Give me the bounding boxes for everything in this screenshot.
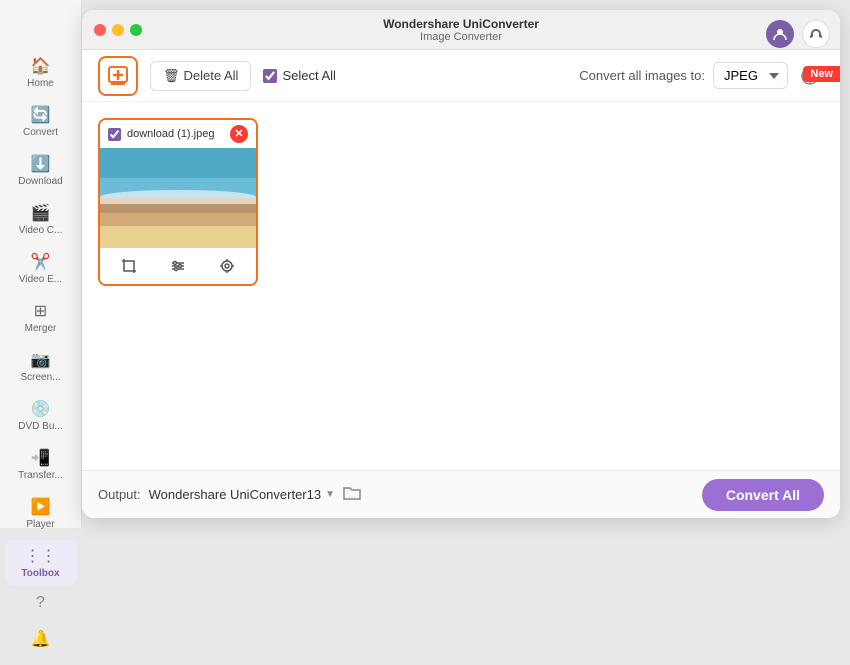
image-card-footer [100, 248, 256, 284]
sidebar-item-download[interactable]: ⬇️ Download [5, 148, 77, 193]
help-button[interactable]: ? [27, 589, 55, 617]
video-edit-icon: ✂️ [31, 252, 51, 272]
dvd-icon: 💿 [31, 399, 51, 419]
image-card: download (1).jpeg ✕ [98, 118, 258, 286]
select-all-label: Select All [282, 68, 335, 83]
convert-all-button[interactable]: Convert All [702, 479, 824, 511]
sidebar-item-merger-label: Merger [25, 323, 57, 334]
sidebar-item-player[interactable]: ▶️ Player [5, 491, 77, 536]
sidebar-bottom: ? 🔔 [27, 589, 55, 665]
sidebar-item-transfer-label: Transfer... [18, 470, 63, 481]
image-checkbox[interactable] [108, 128, 121, 141]
toolbar: 🗑 Delete All Select All Convert all imag… [82, 50, 840, 102]
title-bar: Wondershare UniConverter Image Converter [82, 10, 840, 50]
sidebar-item-screen-label: Screen... [20, 372, 60, 383]
select-all-wrapper[interactable]: Select All [263, 68, 335, 83]
image-preview [100, 148, 256, 248]
beach-thumbnail [100, 148, 256, 248]
app-title: Wondershare UniConverter Image Converter [383, 17, 539, 43]
app-sub-title: Image Converter [383, 31, 539, 43]
image-card-header: download (1).jpeg ✕ [100, 120, 256, 148]
sidebar-item-transfer[interactable]: 📲 Transfer... [5, 442, 77, 487]
toolbox-icon: ⋮⋮ [25, 546, 57, 566]
traffic-lights [94, 24, 142, 36]
sidebar-item-video-compress[interactable]: 🎬 Video C... [5, 197, 77, 242]
transfer-icon: 📲 [31, 448, 51, 468]
download-icon: ⬇️ [31, 154, 51, 174]
support-button[interactable] [802, 20, 830, 48]
sidebar-item-merger[interactable]: ⊞ Merger [5, 295, 77, 340]
main-window: Wondershare UniConverter Image Converter [82, 10, 840, 518]
output-folder-name: Wondershare UniConverter13 [149, 487, 321, 502]
app-main-title: Wondershare UniConverter [383, 17, 539, 31]
sidebar: 🏠 Home 🔄 Convert ⬇️ Download 🎬 Video C..… [0, 0, 82, 528]
output-chevron-icon: ▼ [325, 489, 335, 500]
sidebar-item-home-label: Home [27, 78, 54, 89]
toolbar-actions: 🗑 Delete All Select All [150, 61, 336, 91]
sidebar-item-video-edit[interactable]: ✂️ Video E... [5, 246, 77, 291]
sidebar-item-dvd[interactable]: 💿 DVD Bu... [5, 393, 77, 438]
trash-icon: 🗑 [163, 68, 180, 84]
select-all-checkbox[interactable] [263, 69, 277, 83]
toolbar-right: Convert all images to: JPEG PNG BMP TIFF… [579, 62, 824, 90]
maximize-button[interactable] [130, 24, 142, 36]
convert-format-label: Convert all images to: [579, 68, 705, 83]
sidebar-item-convert-label: Convert [23, 127, 58, 138]
convert-icon: 🔄 [31, 105, 51, 125]
format-selector[interactable]: JPEG PNG BMP TIFF GIF WEBP [713, 62, 788, 89]
merger-icon: ⊞ [34, 301, 47, 321]
new-badge: New [803, 66, 840, 82]
player-icon: ▶️ [31, 497, 51, 517]
add-image-button[interactable] [98, 56, 138, 96]
sidebar-item-home[interactable]: 🏠 Home [5, 50, 77, 95]
screen-icon: 📷 [31, 350, 51, 370]
video-compress-icon: 🎬 [31, 203, 51, 223]
image-grid: download (1).jpeg ✕ [98, 118, 824, 286]
sidebar-item-toolbox[interactable]: ⋮⋮ Toolbox [5, 540, 77, 585]
sidebar-item-video-edit-label: Video E... [19, 274, 62, 285]
delete-all-button[interactable]: 🗑 Delete All [150, 61, 251, 91]
output-folder-select[interactable]: Wondershare UniConverter13 ▼ [149, 487, 335, 502]
bottom-bar: Output: Wondershare UniConverter13 ▼ Con… [82, 470, 840, 518]
content-area: download (1).jpeg ✕ [82, 102, 840, 470]
wave-decoration [100, 190, 256, 204]
image-filename: download (1).jpeg [127, 128, 224, 140]
user-avatar[interactable] [766, 20, 794, 48]
sidebar-item-toolbox-label: Toolbox [21, 568, 59, 579]
sidebar-item-dvd-label: DVD Bu... [18, 421, 62, 432]
sidebar-item-convert[interactable]: 🔄 Convert [5, 99, 77, 144]
delete-all-label: Delete All [184, 68, 239, 83]
app-top-right [766, 20, 830, 48]
crop-button[interactable] [114, 254, 144, 278]
watermark-button[interactable] [212, 254, 242, 278]
remove-image-button[interactable]: ✕ [230, 125, 248, 143]
notification-button[interactable]: 🔔 [27, 625, 55, 653]
minimize-button[interactable] [112, 24, 124, 36]
sidebar-item-screen[interactable]: 📷 Screen... [5, 344, 77, 389]
close-button[interactable] [94, 24, 106, 36]
home-icon: 🏠 [31, 56, 51, 76]
effects-button[interactable] [163, 254, 193, 278]
open-folder-button[interactable] [343, 484, 361, 505]
sidebar-item-player-label: Player [26, 519, 54, 530]
output-label: Output: [98, 487, 141, 502]
sidebar-item-download-label: Download [18, 176, 62, 187]
sidebar-item-video-compress-label: Video C... [19, 225, 63, 236]
